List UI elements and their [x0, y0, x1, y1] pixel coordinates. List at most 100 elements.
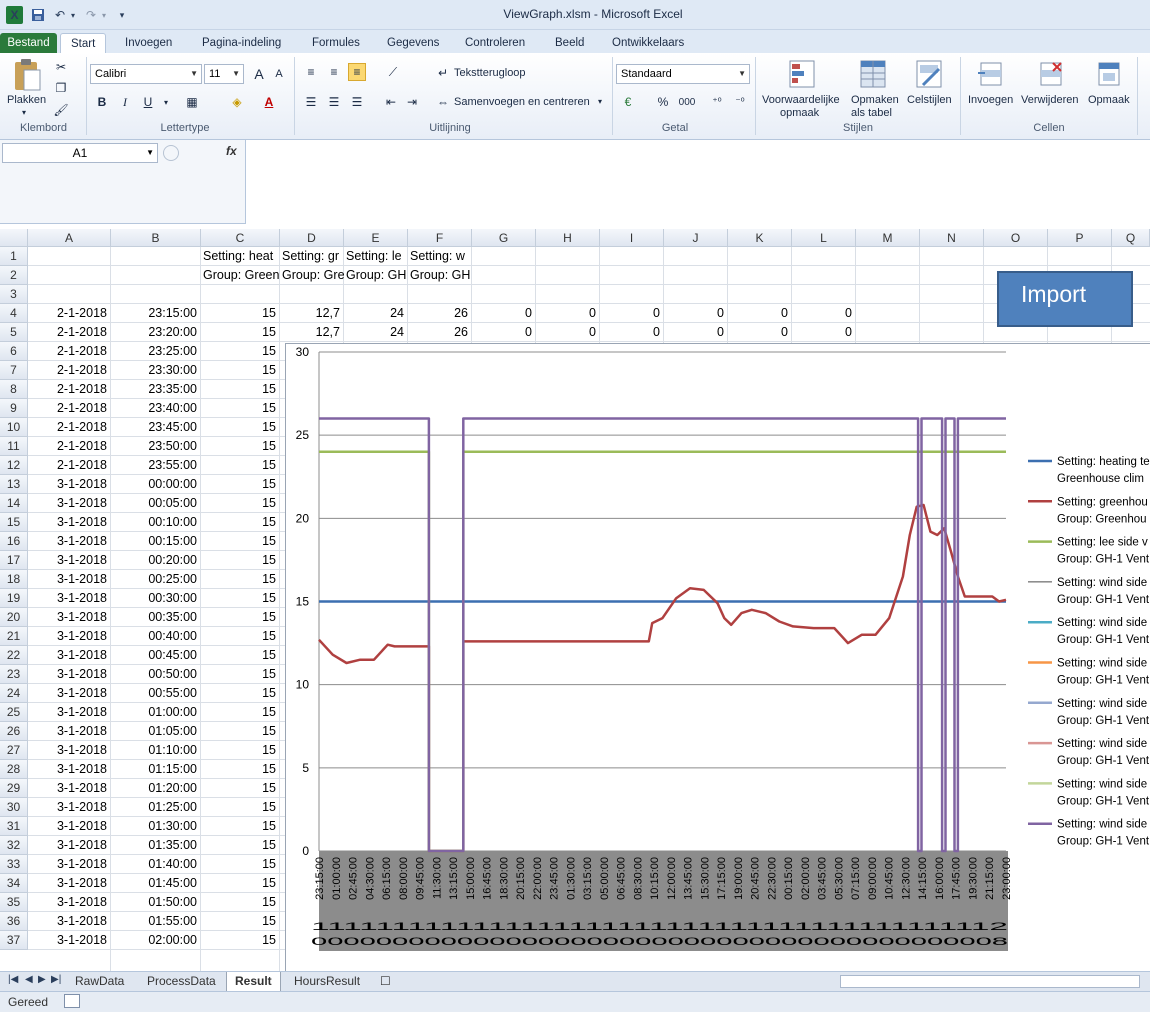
table-cell[interactable]: 15	[201, 836, 280, 855]
tab-pagina-indeling[interactable]: Pagina-indeling	[192, 33, 291, 53]
decrease-decimal-icon[interactable]: ⁻⁰	[731, 93, 749, 111]
table-cell[interactable]: 2-1-2018	[28, 418, 111, 437]
row-header[interactable]: 9	[0, 399, 28, 418]
conditional-format-icon[interactable]	[787, 58, 817, 90]
table-cell[interactable]: 0	[536, 304, 600, 323]
column-header[interactable]: J	[664, 229, 728, 247]
table-cell[interactable]: 15	[201, 817, 280, 836]
header-text-cell[interactable]: Group: GH	[344, 266, 408, 285]
table-cell[interactable]: 01:10:00	[111, 741, 201, 760]
row-header[interactable]: 36	[0, 912, 28, 931]
table-cell[interactable]: 00:20:00	[111, 551, 201, 570]
table-cell[interactable]: 3-1-2018	[28, 855, 111, 874]
format-as-table-icon[interactable]	[858, 58, 888, 90]
grow-font-button[interactable]: A	[250, 65, 268, 83]
formula-expand-icon[interactable]	[163, 145, 179, 161]
tab-formules[interactable]: Formules	[302, 33, 370, 53]
row-header[interactable]: 12	[0, 456, 28, 475]
table-cell[interactable]: 2-1-2018	[28, 342, 111, 361]
row-header[interactable]: 16	[0, 532, 28, 551]
table-cell[interactable]: 23:30:00	[111, 361, 201, 380]
sheet-tab-processdata[interactable]: ProcessData	[139, 972, 224, 991]
column-header[interactable]: P	[1048, 229, 1112, 247]
table-cell[interactable]: 01:45:00	[111, 874, 201, 893]
macro-record-icon[interactable]	[64, 994, 80, 1008]
table-cell[interactable]: 3-1-2018	[28, 798, 111, 817]
table-cell[interactable]: 0	[536, 323, 600, 342]
tab-controleren[interactable]: Controleren	[455, 33, 535, 53]
orientation-icon[interactable]: ⟋	[384, 63, 402, 81]
table-cell[interactable]: 15	[201, 456, 280, 475]
table-cell[interactable]: 15	[201, 646, 280, 665]
table-cell[interactable]: 15	[201, 399, 280, 418]
row-header[interactable]: 28	[0, 760, 28, 779]
table-cell[interactable]: 15	[201, 323, 280, 342]
table-cell[interactable]: 15	[201, 551, 280, 570]
increase-indent-icon[interactable]: ⇥	[403, 93, 421, 111]
table-cell[interactable]: 00:00:00	[111, 475, 201, 494]
tab-ontwikkelaars[interactable]: Ontwikkelaars	[602, 33, 694, 53]
import-button[interactable]: Import	[997, 271, 1133, 327]
row-header[interactable]: 13	[0, 475, 28, 494]
table-cell[interactable]: 2-1-2018	[28, 361, 111, 380]
row-header[interactable]: 35	[0, 893, 28, 912]
table-cell[interactable]: 15	[201, 380, 280, 399]
table-cell[interactable]: 00:50:00	[111, 665, 201, 684]
table-cell[interactable]: 15	[201, 608, 280, 627]
table-cell[interactable]: 2-1-2018	[28, 437, 111, 456]
column-header[interactable]: Q	[1112, 229, 1150, 247]
bold-button[interactable]: B	[93, 93, 111, 111]
row-header[interactable]: 20	[0, 608, 28, 627]
format-cells-label[interactable]: Opmaak	[1088, 94, 1130, 106]
row-header[interactable]: 34	[0, 874, 28, 893]
format-as-table-label[interactable]: Opmaken	[851, 94, 899, 106]
row-header[interactable]: 15	[0, 513, 28, 532]
column-header[interactable]: C	[201, 229, 280, 247]
table-cell[interactable]: 15	[201, 494, 280, 513]
table-cell[interactable]: 0	[792, 323, 856, 342]
table-cell[interactable]: 15	[201, 893, 280, 912]
underline-dropdown-icon[interactable]: ▾	[157, 93, 175, 111]
tab-bestand[interactable]: Bestand	[0, 33, 57, 53]
table-cell[interactable]: 0	[472, 323, 536, 342]
row-header[interactable]: 8	[0, 380, 28, 399]
table-cell[interactable]: 2-1-2018	[28, 456, 111, 475]
row-header[interactable]: 21	[0, 627, 28, 646]
table-cell[interactable]: 23:50:00	[111, 437, 201, 456]
prev-sheet-icon[interactable]: ◀	[25, 974, 33, 985]
format-painter-icon[interactable]: 🖌	[52, 101, 70, 119]
table-cell[interactable]: 0	[600, 323, 664, 342]
table-cell[interactable]: 23:35:00	[111, 380, 201, 399]
tab-gegevens[interactable]: Gegevens	[377, 33, 449, 53]
thousands-button[interactable]: 000	[677, 93, 697, 111]
table-cell[interactable]: 01:05:00	[111, 722, 201, 741]
table-cell[interactable]: 3-1-2018	[28, 494, 111, 513]
table-cell[interactable]: 12,7	[280, 304, 344, 323]
row-header[interactable]: 14	[0, 494, 28, 513]
row-header[interactable]: 32	[0, 836, 28, 855]
header-text-cell[interactable]: Setting: heat	[201, 247, 280, 266]
table-cell[interactable]: 0	[728, 323, 792, 342]
header-text-cell[interactable]: Setting: w	[408, 247, 472, 266]
fill-color-icon[interactable]: ◈	[228, 93, 246, 111]
format-cells-icon[interactable]	[1094, 58, 1124, 90]
table-cell[interactable]: 02:00:00	[111, 931, 201, 950]
header-text-cell[interactable]: Setting: gr	[280, 247, 344, 266]
column-header[interactable]: B	[111, 229, 201, 247]
cell-styles-label[interactable]: Celstijlen	[907, 94, 952, 106]
wrap-text-icon[interactable]: ↵	[434, 64, 452, 82]
table-cell[interactable]: 0	[728, 304, 792, 323]
table-cell[interactable]: 0	[600, 304, 664, 323]
table-cell[interactable]: 15	[201, 304, 280, 323]
table-cell[interactable]: 3-1-2018	[28, 722, 111, 741]
table-cell[interactable]: 0	[792, 304, 856, 323]
table-cell[interactable]: 15	[201, 874, 280, 893]
align-bottom-icon[interactable]: ≡	[348, 63, 366, 81]
row-header[interactable]: 7	[0, 361, 28, 380]
paste-dropdown-icon[interactable]: ▾	[22, 108, 26, 117]
table-cell[interactable]: 3-1-2018	[28, 627, 111, 646]
table-cell[interactable]: 3-1-2018	[28, 513, 111, 532]
column-header[interactable]: H	[536, 229, 600, 247]
conditional-format-label[interactable]: Voorwaardelijke	[762, 94, 840, 106]
row-header[interactable]: 5	[0, 323, 28, 342]
